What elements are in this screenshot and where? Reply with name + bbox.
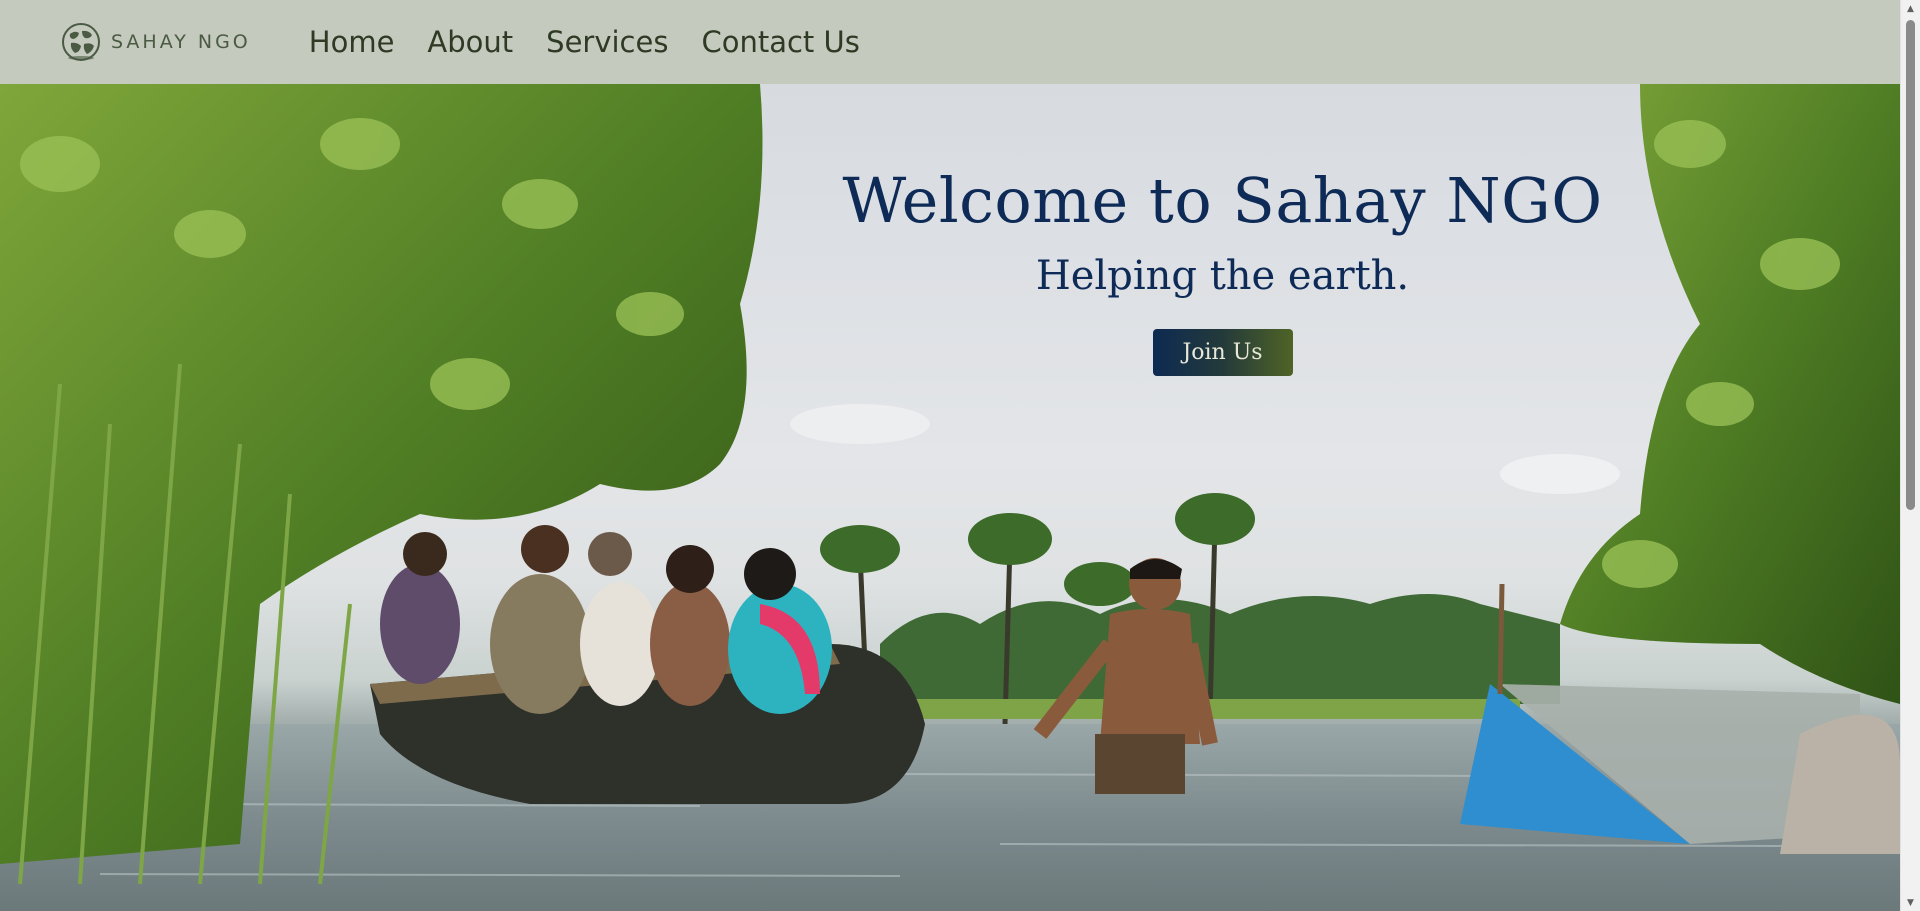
join-us-button[interactable]: Join Us [1152, 329, 1293, 376]
top-navbar: SAHAY NGO Home About Services Contact Us [0, 0, 1900, 84]
globe-icon [62, 23, 100, 61]
hero-title: Welcome to Sahay NGO [842, 164, 1603, 237]
scroll-up-arrow-icon[interactable]: ▲ [1901, 0, 1920, 17]
nav-link-contact-us[interactable]: Contact Us [701, 25, 859, 59]
nav-link-home[interactable]: Home [309, 25, 395, 59]
hero-section: Welcome to Sahay NGO Helping the earth. … [0, 84, 1900, 911]
scrollbar-thumb[interactable] [1906, 20, 1915, 510]
nav-link-services[interactable]: Services [546, 25, 668, 59]
hero-content: Welcome to Sahay NGO Helping the earth. … [700, 164, 1745, 376]
nav-link-about[interactable]: About [427, 25, 513, 59]
nav-links: Home About Services Contact Us [309, 25, 893, 59]
brand-name: SAHAY NGO [111, 31, 251, 53]
page-scrollbar[interactable]: ▲ ▼ [1900, 0, 1920, 911]
brand-logo-link[interactable]: SAHAY NGO [61, 22, 251, 62]
hero-subtitle: Helping the earth. [1035, 253, 1410, 299]
scroll-down-arrow-icon[interactable]: ▼ [1901, 894, 1920, 911]
